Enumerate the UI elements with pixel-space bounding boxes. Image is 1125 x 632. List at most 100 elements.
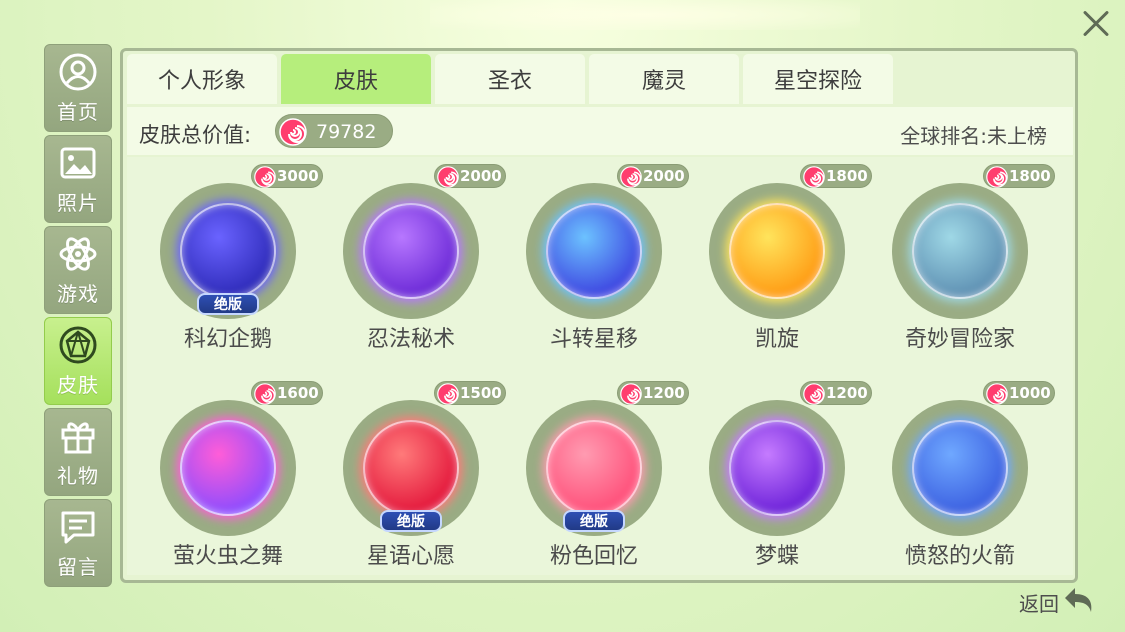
message-icon bbox=[58, 507, 98, 547]
skin-name: 科幻企鹅 bbox=[183, 327, 272, 352]
limited-badge: 绝版 bbox=[197, 289, 259, 321]
price-value: 1800 bbox=[1009, 167, 1051, 185]
candy-coin-icon bbox=[986, 383, 1008, 409]
sidebar-item-photos[interactable]: 照片 bbox=[44, 135, 112, 223]
summary-bar: 皮肤总价值: 79782 全球排名:未上榜 bbox=[127, 107, 1073, 155]
candy-coin-icon bbox=[803, 166, 825, 192]
gift-icon bbox=[58, 416, 98, 456]
tab-saint-cloth[interactable]: 圣衣 bbox=[435, 54, 585, 104]
global-rank: 全球排名:未上榜 bbox=[900, 124, 1047, 148]
skin-card[interactable]: 2000 斗转星移 bbox=[509, 161, 689, 371]
limited-badge: 绝版 bbox=[563, 506, 625, 538]
limited-badge: 绝版 bbox=[380, 506, 442, 538]
skin-orb bbox=[363, 420, 459, 516]
sidebar-item-label: 首页 bbox=[57, 99, 99, 124]
sidebar-item-label: 皮肤 bbox=[57, 372, 99, 397]
price-tag: 1800 bbox=[800, 164, 872, 188]
sidebar-item-messages[interactable]: 留言 bbox=[44, 499, 112, 587]
skin-name: 粉色回忆 bbox=[549, 544, 638, 569]
skin-card[interactable]: 1800 奇妙冒险家 bbox=[875, 161, 1055, 371]
price-value: 1200 bbox=[643, 384, 685, 402]
candy-coin-icon bbox=[620, 166, 642, 192]
candy-coin-icon bbox=[803, 383, 825, 409]
price-tag: 2000 bbox=[617, 164, 689, 188]
skin-orb bbox=[912, 203, 1008, 299]
back-arrow-icon bbox=[1063, 586, 1095, 618]
photo-icon bbox=[58, 143, 98, 183]
user-icon bbox=[58, 52, 98, 92]
skin-name: 忍法秘术 bbox=[366, 327, 455, 352]
skin-orb bbox=[729, 203, 825, 299]
skin-name: 梦蝶 bbox=[754, 544, 799, 569]
skin-orb bbox=[912, 420, 1008, 516]
limited-badge-label: 绝版 bbox=[397, 514, 425, 530]
skin-name: 愤怒的火箭 bbox=[904, 544, 1015, 569]
skins-panel: 个人形象 皮肤 圣衣 魔灵 星空探险 皮肤总价值: 79782 全球排名:未上榜… bbox=[120, 48, 1078, 583]
total-value: 79782 bbox=[316, 121, 377, 143]
limited-badge-label: 绝版 bbox=[214, 297, 242, 313]
skin-orb bbox=[180, 203, 276, 299]
tab-avatar[interactable]: 个人形象 bbox=[127, 54, 277, 104]
tab-skins[interactable]: 皮肤 bbox=[281, 54, 431, 104]
price-tag: 1800 bbox=[983, 164, 1055, 188]
candy-coin-icon bbox=[279, 118, 307, 150]
sidebar-item-label: 留言 bbox=[57, 554, 99, 579]
candy-coin-icon bbox=[437, 383, 459, 409]
price-value: 1800 bbox=[826, 167, 868, 185]
skin-card[interactable]: 3000 绝版科幻企鹅 bbox=[143, 161, 323, 371]
sidebar-item-label: 礼物 bbox=[57, 463, 99, 488]
price-tag: 1600 bbox=[251, 381, 323, 405]
total-value-label: 皮肤总价值: bbox=[139, 123, 252, 147]
skin-name: 斗转星移 bbox=[549, 327, 638, 352]
price-value: 1000 bbox=[1009, 384, 1051, 402]
candy-coin-icon bbox=[437, 166, 459, 192]
skin-grid: 3000 绝版 科幻企鹅 2000 忍法秘术 2000 斗转星移 1800 凯旋 1800 奇妙冒险… bbox=[127, 157, 1073, 575]
close-button[interactable] bbox=[1077, 6, 1113, 42]
skin-name: 萤火虫之舞 bbox=[172, 544, 283, 569]
sidebar: 首页 照片 游戏 皮肤 礼物 留言 bbox=[44, 44, 114, 590]
tab-magic-spirit[interactable]: 魔灵 bbox=[589, 54, 739, 104]
price-value: 1600 bbox=[277, 384, 319, 402]
skin-name: 奇妙冒险家 bbox=[904, 327, 1015, 352]
tab-bar: 个人形象 皮肤 圣衣 魔灵 星空探险 bbox=[127, 54, 897, 104]
sidebar-item-label: 游戏 bbox=[57, 281, 99, 306]
skin-orb bbox=[729, 420, 825, 516]
sidebar-item-games[interactable]: 游戏 bbox=[44, 226, 112, 314]
skin-card[interactable]: 1500 绝版星语心愿 bbox=[326, 378, 506, 588]
atom-icon bbox=[58, 234, 98, 274]
price-tag: 1200 bbox=[800, 381, 872, 405]
price-value: 1200 bbox=[826, 384, 868, 402]
back-label: 返回 bbox=[1019, 591, 1059, 616]
price-tag: 2000 bbox=[434, 164, 506, 188]
sidebar-item-skins[interactable]: 皮肤 bbox=[44, 317, 112, 405]
tab-star-adventure[interactable]: 星空探险 bbox=[743, 54, 893, 104]
skin-name: 凯旋 bbox=[754, 327, 799, 352]
limited-badge-label: 绝版 bbox=[580, 514, 608, 530]
skin-card[interactable]: 1600 萤火虫之舞 bbox=[143, 378, 323, 588]
top-glow bbox=[430, 0, 860, 30]
back-button[interactable]: 返回 bbox=[1019, 586, 1095, 618]
skin-orb bbox=[546, 420, 642, 516]
price-tag: 3000 bbox=[251, 164, 323, 188]
total-value-badge: 79782 bbox=[275, 114, 393, 148]
candy-coin-icon bbox=[986, 166, 1008, 192]
skin-card[interactable]: 1200 梦蝶 bbox=[692, 378, 872, 588]
price-value: 1500 bbox=[460, 384, 502, 402]
sidebar-item-home[interactable]: 首页 bbox=[44, 44, 112, 132]
skin-card[interactable]: 1800 凯旋 bbox=[692, 161, 872, 371]
price-tag: 1000 bbox=[983, 381, 1055, 405]
diamond-icon bbox=[58, 325, 98, 365]
price-tag: 1500 bbox=[434, 381, 506, 405]
candy-coin-icon bbox=[254, 383, 276, 409]
sidebar-item-gifts[interactable]: 礼物 bbox=[44, 408, 112, 496]
price-value: 2000 bbox=[460, 167, 502, 185]
skin-card[interactable]: 2000 忍法秘术 bbox=[326, 161, 506, 371]
price-value: 2000 bbox=[643, 167, 685, 185]
skin-orb bbox=[180, 420, 276, 516]
candy-coin-icon bbox=[620, 383, 642, 409]
skin-name: 星语心愿 bbox=[366, 544, 455, 569]
skin-card[interactable]: 1200 绝版粉色回忆 bbox=[509, 378, 689, 588]
skin-card[interactable]: 1000 愤怒的火箭 bbox=[875, 378, 1055, 588]
price-value: 3000 bbox=[277, 167, 319, 185]
sidebar-item-label: 照片 bbox=[57, 190, 99, 215]
